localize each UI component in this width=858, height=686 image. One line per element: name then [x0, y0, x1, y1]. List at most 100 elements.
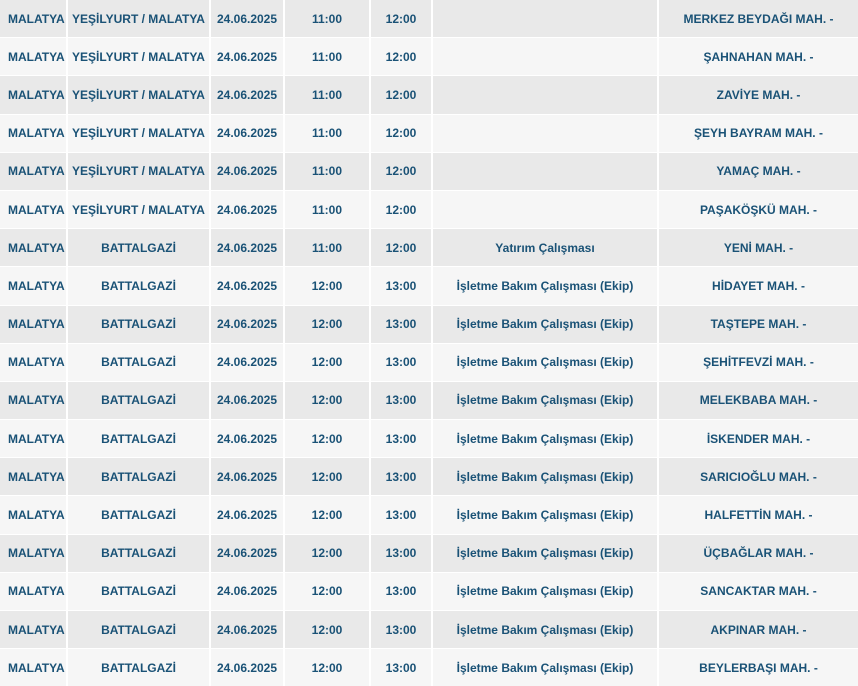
cell-neighborhood: ZAVİYE MAH. -: [658, 75, 858, 115]
cell-start-time: 12:00: [284, 266, 371, 306]
cell-province: MALATYA: [0, 0, 68, 39]
cell-neighborhood: HİDAYET MAH. -: [658, 266, 858, 306]
table-row: MALATYA BATTALGAZİ 24.06.2025 12:00 13:00 İşl…: [0, 266, 858, 306]
cell-district: BATTALGAZİ: [67, 228, 211, 268]
cell-date: 24.06.2025: [210, 190, 285, 230]
cell-end-time: 12:00: [370, 0, 433, 39]
cell-reason: İşletme Bakım Çalışması (Ekip): [432, 419, 659, 459]
cell-province: MALATYA: [0, 572, 68, 612]
cell-end-time: 12:00: [370, 228, 433, 268]
cell-end-time: 13:00: [370, 648, 433, 686]
cell-province: MALATYA: [0, 419, 68, 459]
cell-province: MALATYA: [0, 381, 68, 421]
cell-reason: İşletme Bakım Çalışması (Ekip): [432, 534, 659, 573]
cell-date: 24.06.2025: [210, 0, 285, 39]
cell-date: 24.06.2025: [210, 381, 285, 421]
cell-neighborhood: ŞEHİTFEVZİ MAH. -: [658, 343, 858, 382]
cell-start-time: 11:00: [284, 152, 371, 191]
cell-reason: [432, 190, 659, 230]
cell-neighborhood: ŞAHNAHAN MAH. -: [658, 37, 858, 77]
cell-district: BATTALGAZİ: [67, 648, 211, 686]
cell-district: BATTALGAZİ: [67, 572, 211, 612]
table-row: MALATYA BATTALGAZİ 24.06.2025 12:00 13:00 İşl…: [0, 343, 858, 382]
cell-province: MALATYA: [0, 266, 68, 306]
cell-province: MALATYA: [0, 190, 68, 230]
cell-district: BATTALGAZİ: [67, 457, 211, 497]
cell-neighborhood: MELEKBABA MAH. -: [658, 381, 858, 421]
cell-end-time: 12:00: [370, 37, 433, 77]
table-row: MALATYA YEŞİLYURT / MALATYA 24.06.2025 11:0…: [0, 190, 858, 230]
cell-neighborhood: HALFETTİN MAH. -: [658, 495, 858, 535]
cell-reason: İşletme Bakım Çalışması (Ekip): [432, 610, 659, 650]
cell-province: MALATYA: [0, 228, 68, 268]
cell-reason: İşletme Bakım Çalışması (Ekip): [432, 266, 659, 306]
table-body: MALATYA YEŞİLYURT / MALATYA 24.06.2025 11:0…: [0, 0, 858, 686]
cell-neighborhood: MERKEZ BEYDAĞI MAH. -: [658, 0, 858, 39]
cell-reason: İşletme Bakım Çalışması (Ekip): [432, 305, 659, 344]
table-row: MALATYA BATTALGAZİ 24.06.2025 11:00 12:00 Yat…: [0, 228, 858, 268]
cell-district: BATTALGAZİ: [67, 343, 211, 382]
cell-start-time: 12:00: [284, 610, 371, 650]
cell-reason: [432, 152, 659, 191]
cell-start-time: 12:00: [284, 305, 371, 344]
cell-end-time: 13:00: [370, 343, 433, 382]
cell-province: MALATYA: [0, 305, 68, 344]
cell-neighborhood: BEYLERBAŞI MAH. -: [658, 648, 858, 686]
table-row: MALATYA YEŞİLYURT / MALATYA 24.06.2025 11:0…: [0, 114, 858, 153]
cell-start-time: 12:00: [284, 495, 371, 535]
cell-province: MALATYA: [0, 114, 68, 153]
table-row: MALATYA BATTALGAZİ 24.06.2025 12:00 13:00 İşl…: [0, 305, 858, 344]
table-row: MALATYA YEŞİLYURT / MALATYA 24.06.2025 11:0…: [0, 37, 858, 77]
cell-district: BATTALGAZİ: [67, 305, 211, 344]
cell-start-time: 12:00: [284, 343, 371, 382]
cell-date: 24.06.2025: [210, 610, 285, 650]
cell-date: 24.06.2025: [210, 648, 285, 686]
cell-reason: İşletme Bakım Çalışması (Ekip): [432, 648, 659, 686]
cell-date: 24.06.2025: [210, 419, 285, 459]
cell-start-time: 11:00: [284, 114, 371, 153]
cell-neighborhood: SANCAKTAR MAH. -: [658, 572, 858, 612]
cell-end-time: 13:00: [370, 266, 433, 306]
table-row: MALATYA BATTALGAZİ 24.06.2025 12:00 13:00 İşl…: [0, 534, 858, 573]
cell-reason: [432, 0, 659, 39]
cell-district: BATTALGAZİ: [67, 266, 211, 306]
table-row: MALATYA BATTALGAZİ 24.06.2025 12:00 13:00 İşl…: [0, 648, 858, 686]
cell-date: 24.06.2025: [210, 266, 285, 306]
cell-province: MALATYA: [0, 534, 68, 573]
cell-reason: Yatırım Çalışması: [432, 228, 659, 268]
cell-district: YEŞİLYURT / MALATYA: [67, 152, 211, 191]
cell-reason: İşletme Bakım Çalışması (Ekip): [432, 457, 659, 497]
cell-start-time: 12:00: [284, 534, 371, 573]
cell-end-time: 13:00: [370, 495, 433, 535]
cell-province: MALATYA: [0, 648, 68, 686]
cell-province: MALATYA: [0, 343, 68, 382]
cell-district: BATTALGAZİ: [67, 419, 211, 459]
table-row: MALATYA BATTALGAZİ 24.06.2025 12:00 13:00 İşl…: [0, 457, 858, 497]
cell-district: YEŞİLYURT / MALATYA: [67, 114, 211, 153]
cell-end-time: 12:00: [370, 190, 433, 230]
outage-table: MALATYA YEŞİLYURT / MALATYA 24.06.2025 11:0…: [0, 0, 858, 686]
cell-district: YEŞİLYURT / MALATYA: [67, 0, 211, 39]
cell-reason: [432, 37, 659, 77]
cell-reason: [432, 75, 659, 115]
cell-province: MALATYA: [0, 37, 68, 77]
cell-date: 24.06.2025: [210, 37, 285, 77]
cell-reason: İşletme Bakım Çalışması (Ekip): [432, 572, 659, 612]
cell-neighborhood: AKPINAR MAH. -: [658, 610, 858, 650]
cell-start-time: 11:00: [284, 37, 371, 77]
cell-province: MALATYA: [0, 610, 68, 650]
cell-neighborhood: PAŞAKÖŞKÜ MAH. -: [658, 190, 858, 230]
cell-district: YEŞİLYURT / MALATYA: [67, 190, 211, 230]
cell-end-time: 13:00: [370, 610, 433, 650]
cell-start-time: 12:00: [284, 381, 371, 421]
cell-district: BATTALGAZİ: [67, 610, 211, 650]
cell-reason: [432, 114, 659, 153]
cell-start-time: 11:00: [284, 0, 371, 39]
cell-date: 24.06.2025: [210, 305, 285, 344]
cell-end-time: 12:00: [370, 75, 433, 115]
cell-district: YEŞİLYURT / MALATYA: [67, 75, 211, 115]
cell-start-time: 11:00: [284, 75, 371, 115]
cell-date: 24.06.2025: [210, 534, 285, 573]
cell-neighborhood: YENİ MAH. -: [658, 228, 858, 268]
table-row: MALATYA YEŞİLYURT / MALATYA 24.06.2025 11:0…: [0, 152, 858, 191]
